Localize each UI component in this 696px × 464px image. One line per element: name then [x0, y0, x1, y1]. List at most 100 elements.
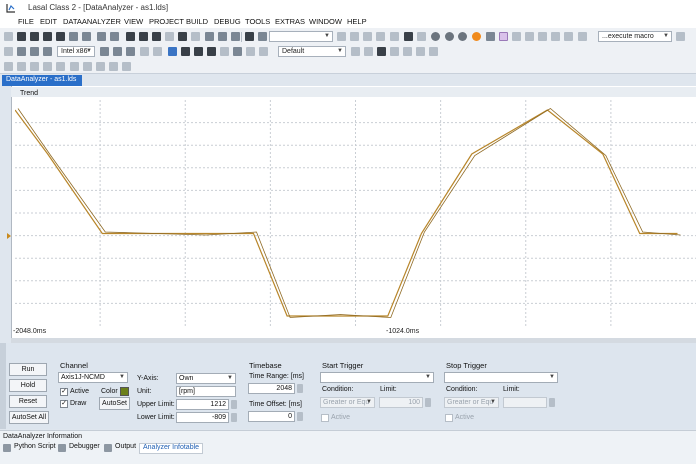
analyzer-zoom-icon[interactable] — [194, 47, 203, 56]
print-icon[interactable] — [110, 32, 119, 41]
menu-view[interactable]: VIEW — [124, 17, 143, 26]
save-project-icon[interactable] — [69, 32, 78, 41]
find-icon[interactable] — [258, 32, 267, 41]
word-wrap-icon[interactable] — [122, 62, 131, 71]
stop-limit-input[interactable] — [503, 397, 547, 408]
macro-select[interactable]: ...execute macro ▼ — [598, 31, 672, 42]
time-range-input[interactable]: 2048 — [248, 383, 295, 394]
table-icon[interactable] — [233, 47, 242, 56]
save-icon[interactable] — [43, 32, 52, 41]
menu-dataanalyzer[interactable]: DATAANALYZER — [63, 17, 121, 26]
online-icon[interactable] — [525, 32, 534, 41]
color-picker-icon[interactable] — [499, 32, 508, 41]
properties-icon[interactable] — [246, 47, 255, 56]
channel-draw-checkbox[interactable]: ✓ — [60, 400, 68, 408]
save-all-icon[interactable] — [56, 32, 65, 41]
find-combo[interactable]: ▼ — [269, 31, 333, 42]
lower-limit-input[interactable]: -809 — [176, 412, 229, 423]
bookmark-toggle-icon[interactable] — [17, 62, 26, 71]
link-icon[interactable] — [245, 32, 254, 41]
find-next-icon[interactable] — [350, 32, 359, 41]
autoset-button[interactable]: AutoSet — [99, 397, 130, 410]
navigate-back-icon[interactable] — [205, 32, 214, 41]
record-icon[interactable] — [472, 32, 481, 41]
tab-output[interactable]: Output — [104, 443, 136, 454]
channel-marker-icon[interactable] — [7, 233, 11, 239]
layout-select[interactable]: Default ▼ — [278, 46, 346, 57]
copy-icon[interactable] — [139, 32, 148, 41]
play-icon[interactable] — [404, 32, 413, 41]
start-trigger-channel-select[interactable]: ▼ — [320, 372, 434, 383]
find-previous-icon[interactable] — [337, 32, 346, 41]
start-limit-spinner[interactable] — [425, 398, 431, 407]
find-in-files-icon[interactable] — [363, 32, 372, 41]
stop-condition-select[interactable]: Greater or Equ ▼ — [444, 397, 499, 408]
export-icon[interactable] — [259, 47, 268, 56]
lower-limit-spinner[interactable] — [231, 413, 237, 422]
paste-icon[interactable] — [152, 32, 161, 41]
yaxis-mode-select[interactable]: Own ▼ — [176, 373, 236, 384]
run-button[interactable]: Run — [9, 363, 47, 376]
comment-icon[interactable] — [70, 62, 79, 71]
document-tab[interactable]: DataAnalyzer - as1.lds — [2, 75, 82, 86]
bookmark-next-icon[interactable] — [43, 62, 52, 71]
indent-icon[interactable] — [429, 47, 438, 56]
layout-load-icon[interactable] — [364, 47, 373, 56]
compile-icon[interactable] — [17, 47, 26, 56]
time-offset-spinner[interactable] — [297, 412, 303, 421]
print-preview-icon[interactable] — [97, 32, 106, 41]
reset-button[interactable]: Reset — [9, 395, 47, 408]
target-icon[interactable] — [100, 47, 109, 56]
indent-right-icon[interactable] — [109, 62, 118, 71]
build-icon[interactable] — [30, 47, 39, 56]
format-icon[interactable] — [403, 47, 412, 56]
font-size-icon[interactable] — [377, 47, 386, 56]
menu-extras[interactable]: EXTRAS — [275, 17, 305, 26]
menu-build[interactable]: BUILD — [186, 17, 208, 26]
breakpoint-icon[interactable] — [431, 32, 440, 41]
redo-icon[interactable] — [191, 32, 200, 41]
navigate-forward-icon[interactable] — [218, 32, 227, 41]
connect-icon[interactable] — [113, 47, 122, 56]
network-icon[interactable] — [512, 32, 521, 41]
macro-run-icon[interactable] — [676, 32, 685, 41]
new-project-icon[interactable] — [82, 32, 91, 41]
channel-icon[interactable] — [220, 47, 229, 56]
tools-icon[interactable] — [207, 47, 216, 56]
upper-limit-input[interactable]: 1212 — [176, 399, 229, 410]
hold-button[interactable]: Hold — [9, 379, 47, 392]
menu-file[interactable]: FILE — [18, 17, 34, 26]
download-icon[interactable] — [551, 32, 560, 41]
menu-debug[interactable]: DEBUG — [214, 17, 241, 26]
start-trigger-active-checkbox[interactable] — [321, 414, 329, 422]
time-offset-input[interactable]: 0 — [248, 411, 295, 422]
font-style-icon[interactable] — [390, 47, 399, 56]
delete-icon[interactable] — [165, 32, 174, 41]
stop-limit-spinner[interactable] — [549, 398, 555, 407]
stop-trigger-channel-select[interactable]: ▼ — [444, 372, 558, 383]
start-condition-select[interactable]: Greater or Equ ▼ — [320, 397, 375, 408]
upload-icon[interactable] — [564, 32, 573, 41]
start-limit-input[interactable]: 100 — [379, 397, 423, 408]
uncomment-icon[interactable] — [83, 62, 92, 71]
bookmark-clear-icon[interactable] — [56, 62, 65, 71]
align-icon[interactable] — [416, 47, 425, 56]
new-file-icon[interactable] — [17, 32, 26, 41]
pause-icon[interactable] — [417, 32, 426, 41]
bookmark-icon[interactable] — [231, 32, 240, 41]
open-file-icon[interactable] — [30, 32, 39, 41]
data-analyzer-icon[interactable] — [168, 47, 177, 56]
reload-icon[interactable] — [153, 47, 162, 56]
menu-help[interactable]: HELP — [347, 17, 367, 26]
stop-trigger-active-checkbox[interactable] — [445, 414, 453, 422]
bookmark-prev-icon[interactable] — [30, 62, 39, 71]
menu-edit[interactable]: EDIT — [40, 17, 57, 26]
autoset-all-button[interactable]: AutoSet All — [9, 411, 49, 424]
trend-chart[interactable] — [15, 100, 696, 326]
tab-python-script[interactable]: Python Script — [3, 443, 56, 454]
offline-icon[interactable] — [538, 32, 547, 41]
config-icon[interactable] — [140, 47, 149, 56]
step-icon[interactable] — [458, 32, 467, 41]
settings-icon[interactable] — [578, 32, 587, 41]
analyzer-grid-icon[interactable] — [181, 47, 190, 56]
